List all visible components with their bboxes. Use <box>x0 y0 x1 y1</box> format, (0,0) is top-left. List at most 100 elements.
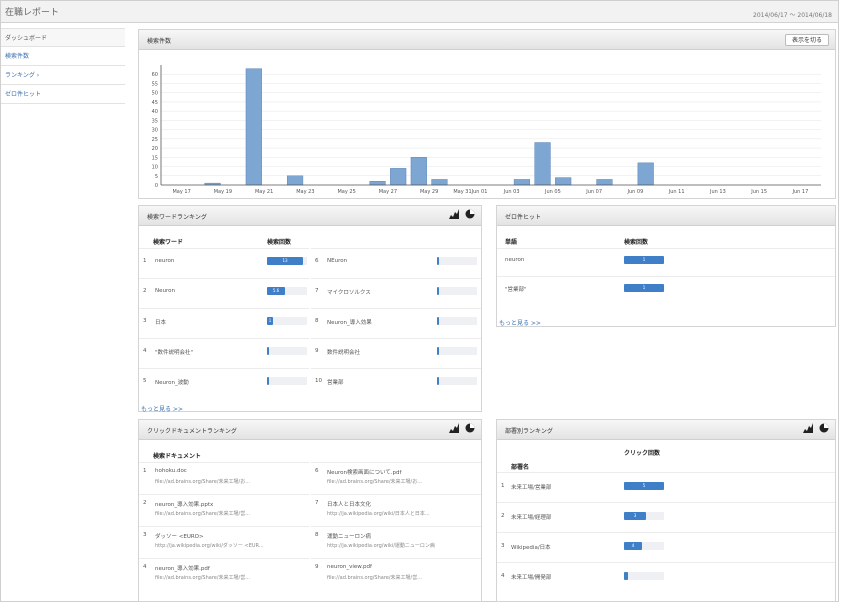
col-header-document: 検索ドキュメント <box>153 453 202 460</box>
pie-chart-icon[interactable] <box>465 423 475 433</box>
keyword-text[interactable]: 営業部 <box>327 378 344 386</box>
keyword-text[interactable]: NEuron <box>327 258 347 264</box>
bar-may-23[interactable] <box>286 175 304 186</box>
document-name[interactable]: neuron_導入効果.pdf <box>155 564 210 572</box>
bar-jun-09[interactable] <box>637 162 654 186</box>
keyword-text[interactable]: neuron <box>155 258 174 264</box>
bar-jun-05[interactable] <box>555 177 572 186</box>
zero-hit-more-link[interactable]: もっと見る >> <box>499 318 541 327</box>
sidebar-item-zero-hit[interactable]: ゼロ件ヒット <box>1 85 125 104</box>
bar-may-28[interactable] <box>390 168 407 186</box>
keyword-more-link[interactable]: もっと見る >> <box>141 404 183 413</box>
document-name[interactable]: neuron_導入効果.pptx <box>155 500 213 508</box>
document-path[interactable]: http://ja.wikipedia.org/wiki/運動ニューロン病 <box>327 542 435 549</box>
count-bar-track <box>437 287 477 295</box>
document-path[interactable]: file://ad.brains.org/Share/未来工場/営... <box>327 574 422 581</box>
col-header-count: 検索回数 <box>267 239 292 246</box>
sidebar-item-dashboard[interactable]: ダッシュボード <box>1 28 125 47</box>
keyword-text[interactable]: マイクロソルクス <box>327 288 371 296</box>
bar-jun-07[interactable] <box>596 179 613 186</box>
bar-jun-04[interactable] <box>534 142 551 186</box>
clear-display-button[interactable]: 表示を切る <box>784 34 829 46</box>
document-name[interactable]: ダッソー <EURO> <box>155 532 204 540</box>
bar-may-21[interactable] <box>245 68 262 186</box>
panel-title: 検索件数 <box>147 38 172 45</box>
rank-number: 2 <box>501 513 505 519</box>
rank-number: 7 <box>315 500 319 506</box>
zero-hit-header: ゼロ件ヒット <box>497 206 835 226</box>
rank-number: 9 <box>315 348 319 354</box>
chart-icon[interactable] <box>803 423 813 433</box>
sidebar-item-ranking[interactable]: ランキング › <box>1 66 125 85</box>
zero-hit-word[interactable]: "営業部" <box>505 285 527 293</box>
dept-name[interactable]: 未来工場/開発部 <box>511 573 551 581</box>
zero-hit-word[interactable]: neuron <box>505 257 524 263</box>
zero-hit-panel: ゼロ件ヒット 単語 検索回数 もっと見る >> neuron 1 "営業部" 1 <box>496 205 836 327</box>
bar-may-27[interactable] <box>369 181 386 186</box>
table-row: 6 Neuron検索画面について.pdf file://ad.brains.org/… <box>311 462 481 493</box>
document-path[interactable]: http://ja.wikipedia.org/wiki/日本人と日本... <box>327 510 430 517</box>
rank-number: 6 <box>315 258 319 264</box>
chart-icon[interactable] <box>449 209 459 219</box>
table-row: 1 neuron 13 <box>139 248 309 276</box>
document-name[interactable]: 運動ニューロン病 <box>327 532 371 540</box>
rank-number: 1 <box>501 483 505 489</box>
x-tick-label: May 25 <box>337 189 355 195</box>
table-row: 9 neuron_view.pdf file://ad.brains.org/Sha… <box>311 558 481 589</box>
y-tick-label: 30 <box>152 128 158 134</box>
table-row: 3 日本 1 <box>139 308 309 336</box>
table-row: "営業部" 1 <box>497 276 835 304</box>
count-bar <box>437 347 439 355</box>
rank-number: 8 <box>315 318 319 324</box>
document-name[interactable]: hohoku.doc <box>155 468 187 474</box>
keyword-text[interactable]: 日本 <box>155 318 166 326</box>
table-row: 6 NEuron <box>311 248 481 276</box>
table-row: 1 未来工場/営業部 5 <box>497 472 835 500</box>
document-path[interactable]: file://ad.brains.org/Share/未来工場/お... <box>155 478 250 485</box>
document-path[interactable]: file://ad.brains.org/Share/未来工場/お... <box>327 478 422 485</box>
keyword-ranking-panel: 検索ワードランキング 検索ワード 検索回数 もっと見る >> 1 neuron 13… <box>138 205 482 413</box>
sidebar: ダッシュボード 検索件数 ランキング › ゼロ件ヒット <box>1 28 125 104</box>
sidebar-item-search-count[interactable]: 検索件数 <box>1 47 125 66</box>
dept-ranking-panel: 部署別ランキング 部署名 クリック回数 1 未来工場/営業部 5 2 未来工場/経理部 3… <box>496 419 836 602</box>
keyword-text[interactable]: Neuron <box>155 288 175 294</box>
document-name[interactable]: 日本人と日本文化 <box>327 500 371 508</box>
count-bar-track <box>267 377 307 385</box>
document-path[interactable]: file://ad.brains.org/Share/未来工場/営... <box>155 510 250 517</box>
pie-chart-icon[interactable] <box>465 209 475 219</box>
count-bar-track <box>437 377 477 385</box>
count-bar: 5 <box>624 482 664 490</box>
table-row: 7 日本人と日本文化 http://ja.wikipedia.org/wiki/日本… <box>311 494 481 525</box>
keyword-text[interactable]: Neuron_導入効果 <box>327 318 372 326</box>
count-bar-track: 4 <box>624 542 664 550</box>
x-tick-label: May 23 <box>296 189 314 195</box>
x-tick-label: Jun 13 <box>709 189 726 195</box>
table-row: 2 Neuron 5.6 <box>139 278 309 306</box>
x-tick-label: May 31Jun 01 <box>453 189 487 195</box>
dept-name[interactable]: 未来工場/経理部 <box>511 513 551 521</box>
x-tick-label: Jun 17 <box>791 189 808 195</box>
dept-name[interactable]: 未来工場/営業部 <box>511 483 551 491</box>
document-name[interactable]: Neuron検索画面について.pdf <box>327 468 401 476</box>
pie-chart-icon[interactable] <box>819 423 829 433</box>
keyword-text[interactable]: "数件説明会社" <box>155 348 193 356</box>
document-name[interactable]: neuron_view.pdf <box>327 564 372 570</box>
date-range[interactable]: 2014/06/17 ～ 2014/06/18 <box>753 10 832 19</box>
document-path[interactable]: http://ja.wikipedia.org/wiki/ダッソー <EUR..… <box>155 542 264 549</box>
dept-name[interactable]: Wikipedia/日本 <box>511 543 551 551</box>
count-bar: 13 <box>267 257 303 265</box>
keyword-text[interactable]: Neuron_波動 <box>155 378 189 386</box>
bar-jun-03[interactable] <box>513 179 531 186</box>
col-header-dept: 部署名 <box>511 464 530 471</box>
x-tick-label: Jun 11 <box>668 189 685 195</box>
document-path[interactable]: file://ad.brains.org/Share/未来工場/営... <box>155 574 250 581</box>
x-tick-label: Jun 15 <box>750 189 767 195</box>
count-bar <box>624 572 628 580</box>
chart-icon[interactable] <box>449 423 459 433</box>
panel-title: 検索ワードランキング <box>147 214 207 221</box>
keyword-text[interactable]: 数件説明会社 <box>327 348 360 356</box>
rank-number: 1 <box>143 468 147 474</box>
bar-may-30[interactable] <box>431 179 448 186</box>
keyword-ranking-header: 検索ワードランキング <box>139 206 481 226</box>
bar-may-29[interactable] <box>410 157 427 186</box>
